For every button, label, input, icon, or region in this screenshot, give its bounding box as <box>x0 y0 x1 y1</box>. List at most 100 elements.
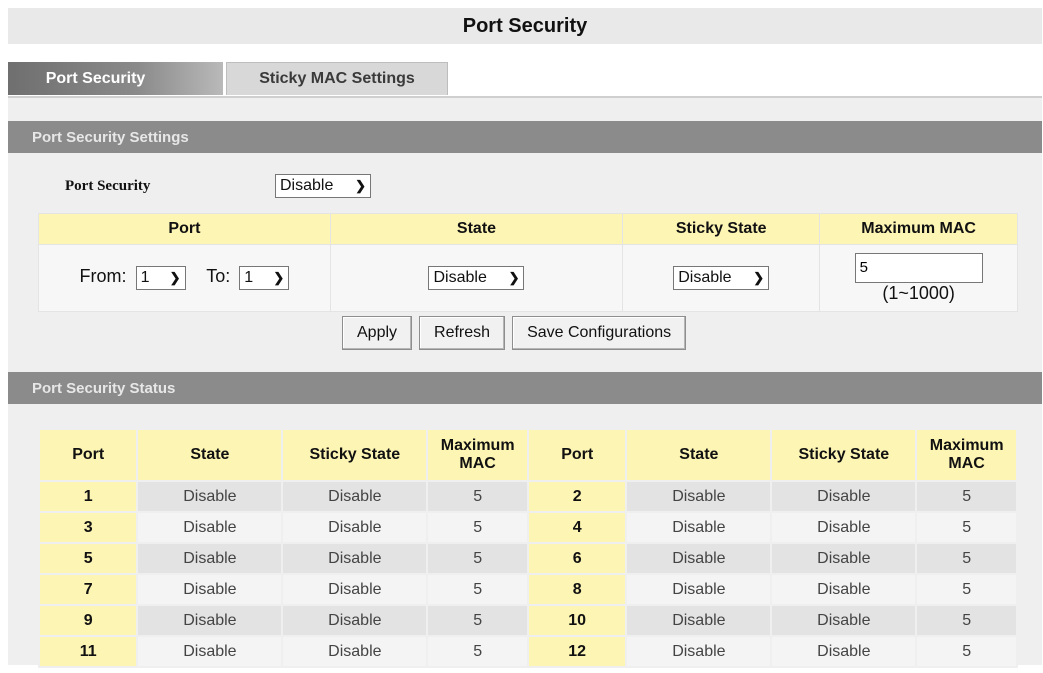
table-row: 5 Disable Disable 5 6 Disable Disable 5 <box>37 542 1018 575</box>
tab-sticky-mac-settings[interactable]: Sticky MAC Settings <box>226 62 448 95</box>
sticky-state-select-value: Disable <box>678 269 732 286</box>
status-cell-port: 8 <box>526 573 628 606</box>
status-cell-maximum-mac: 5 <box>915 573 1018 606</box>
status-cell-maximum-mac: 5 <box>426 573 529 606</box>
header-maximum-mac: Maximum MAC <box>819 213 1018 245</box>
status-cell-maximum-mac: 5 <box>426 511 529 544</box>
status-cell-state: Disable <box>136 635 284 668</box>
status-header-sticky-state: Sticky State <box>281 428 429 482</box>
status-cell-maximum-mac: 5 <box>426 635 529 668</box>
status-cell-sticky-state: Disable <box>281 511 429 544</box>
status-cell-state: Disable <box>625 511 773 544</box>
status-cell-state: Disable <box>136 511 284 544</box>
port-range-cell: From: 1 ❯ To: 1 ❯ <box>38 244 331 312</box>
status-cell-maximum-mac: 5 <box>915 635 1018 668</box>
chevron-down-icon: ❯ <box>753 270 765 285</box>
status-cell-state: Disable <box>625 604 773 637</box>
status-cell-sticky-state: Disable <box>281 480 429 513</box>
header-sticky-state: Sticky State <box>622 213 821 245</box>
status-cell-sticky-state: Disable <box>770 573 918 606</box>
chevron-down-icon: ❯ <box>169 270 181 285</box>
status-section-header: Port Security Status <box>8 372 1042 404</box>
status-cell-maximum-mac: 5 <box>426 604 529 637</box>
status-header-state: State <box>625 428 773 482</box>
header-state: State <box>329 213 624 245</box>
header-port: Port <box>38 213 331 245</box>
status-cell-port: 10 <box>526 604 628 637</box>
status-cell-state: Disable <box>625 480 773 513</box>
page-title: Port Security <box>8 8 1042 44</box>
port-security-select-value: Disable <box>280 177 334 194</box>
save-configurations-button[interactable]: Save Configurations <box>512 316 687 350</box>
settings-table: Port State Sticky State Maximum MAC From… <box>38 213 1018 312</box>
settings-section-header: Port Security Settings <box>8 121 1042 153</box>
status-cell-port: 9 <box>37 604 139 637</box>
status-table-body: 1 Disable Disable 5 2 Disable Disable 5 3 Disable… <box>37 480 1018 668</box>
status-cell-maximum-mac: 5 <box>915 511 1018 544</box>
status-cell-maximum-mac: 5 <box>915 542 1018 575</box>
tab-strip: Port Security Sticky MAC Settings <box>8 62 1042 99</box>
action-buttons: Apply Refresh Save Configurations <box>342 316 687 350</box>
status-table: Port State Sticky State Maximum MAC Port Stat… <box>37 428 1018 668</box>
status-cell-port: 2 <box>526 480 628 513</box>
table-row: 11 Disable Disable 5 12 Disable Disable 5 <box>37 635 1018 668</box>
status-cell-port: 7 <box>37 573 139 606</box>
from-port-select[interactable]: 1 ❯ <box>135 266 186 290</box>
status-cell-state: Disable <box>136 604 284 637</box>
port-security-row: Port Security Disable ❯ <box>65 172 371 200</box>
status-cell-port: 12 <box>526 635 628 668</box>
status-cell-sticky-state: Disable <box>281 604 429 637</box>
status-header-maximum-mac: Maximum MAC <box>426 428 529 482</box>
sticky-state-select[interactable]: Disable ❯ <box>673 266 770 290</box>
status-header-sticky-state: Sticky State <box>770 428 918 482</box>
status-header-maximum-mac: Maximum MAC <box>915 428 1018 482</box>
status-cell-sticky-state: Disable <box>770 511 918 544</box>
status-header-row: Port State Sticky State Maximum MAC Port Stat… <box>37 428 1018 482</box>
status-cell-port: 3 <box>37 511 139 544</box>
status-cell-state: Disable <box>136 573 284 606</box>
status-cell-port: 4 <box>526 511 628 544</box>
maximum-mac-range: (1~1000) <box>882 282 955 303</box>
to-port-value: 1 <box>244 269 254 286</box>
status-header-state: State <box>136 428 284 482</box>
table-row: 3 Disable Disable 5 4 Disable Disable 5 <box>37 511 1018 544</box>
status-cell-port: 1 <box>37 480 139 513</box>
state-select[interactable]: Disable ❯ <box>428 266 525 290</box>
to-port-select[interactable]: 1 ❯ <box>239 266 290 290</box>
status-cell-port: 6 <box>526 542 628 575</box>
status-cell-state: Disable <box>136 542 284 575</box>
status-cell-sticky-state: Disable <box>281 542 429 575</box>
sticky-state-cell: Disable ❯ <box>622 244 821 312</box>
table-row: 9 Disable Disable 5 10 Disable Disable 5 <box>37 604 1018 637</box>
status-header-port: Port <box>526 428 628 482</box>
port-security-label: Port Security <box>65 177 151 194</box>
refresh-button[interactable]: Refresh <box>419 316 506 350</box>
from-port-value: 1 <box>140 269 150 286</box>
status-cell-state: Disable <box>625 542 773 575</box>
chevron-down-icon: ❯ <box>508 270 520 285</box>
chevron-down-icon: ❯ <box>273 270 285 285</box>
status-cell-sticky-state: Disable <box>281 635 429 668</box>
status-cell-state: Disable <box>136 480 284 513</box>
from-label: From: <box>79 266 127 286</box>
status-cell-sticky-state: Disable <box>770 635 918 668</box>
status-cell-maximum-mac: 5 <box>426 480 529 513</box>
table-row: 7 Disable Disable 5 8 Disable Disable 5 <box>37 573 1018 606</box>
state-select-value: Disable <box>433 269 487 286</box>
tab-port-security[interactable]: Port Security <box>8 62 223 95</box>
status-cell-maximum-mac: 5 <box>426 542 529 575</box>
status-cell-sticky-state: Disable <box>770 604 918 637</box>
port-security-select[interactable]: Disable ❯ <box>275 174 371 198</box>
maximum-mac-input[interactable] <box>854 252 983 283</box>
status-cell-maximum-mac: 5 <box>915 604 1018 637</box>
status-cell-sticky-state: Disable <box>281 573 429 606</box>
table-row: 1 Disable Disable 5 2 Disable Disable 5 <box>37 480 1018 513</box>
status-cell-state: Disable <box>625 635 773 668</box>
status-header-port: Port <box>37 428 139 482</box>
status-cell-maximum-mac: 5 <box>915 480 1018 513</box>
status-cell-port: 5 <box>37 542 139 575</box>
chevron-down-icon: ❯ <box>355 178 366 193</box>
to-label: To: <box>206 266 231 286</box>
apply-button[interactable]: Apply <box>342 316 413 350</box>
status-cell-port: 11 <box>37 635 139 668</box>
